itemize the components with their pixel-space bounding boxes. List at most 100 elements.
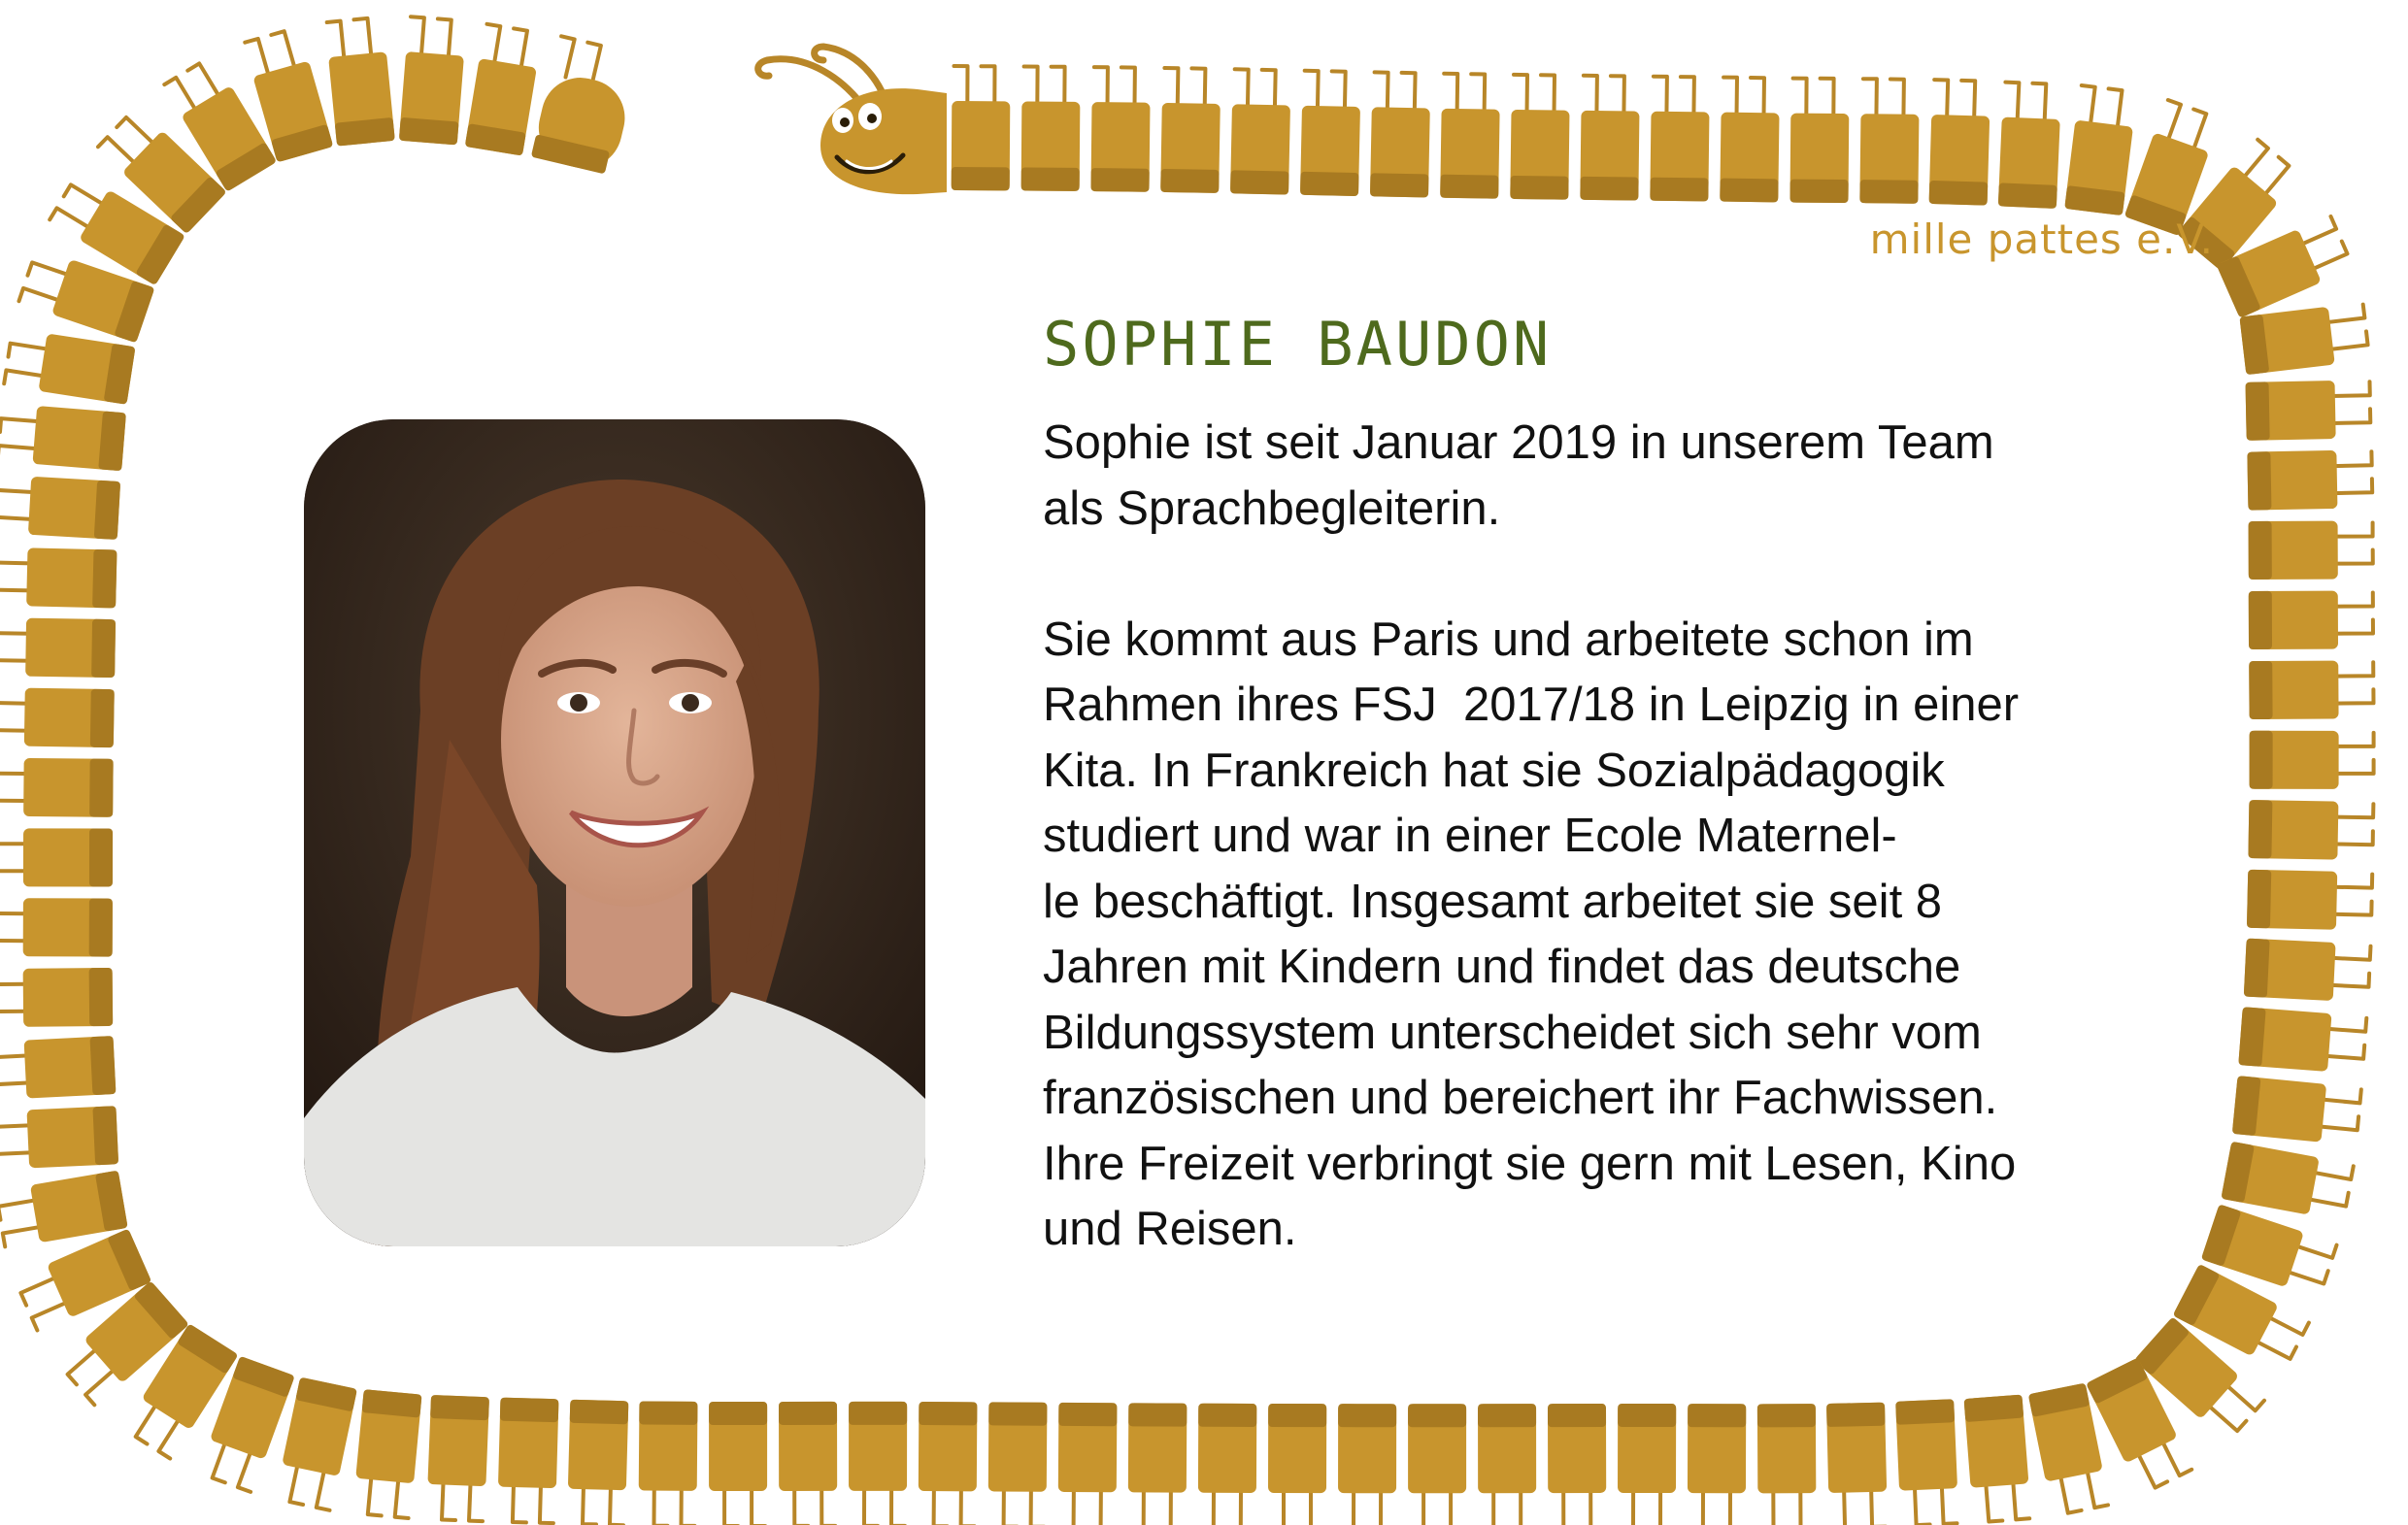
centipede-segment-icon [2248,590,2339,649]
centipede-leg-icon [1168,1486,1173,1525]
centipede-leg-icon [1071,1486,1076,1525]
bio-line: französischen und bereichert ihr Fachwis… [1043,1072,1998,1124]
centipede-segment-icon [1440,108,1500,199]
centipede-leg-icon [1329,69,1348,113]
centipede-leg-icon [1589,1487,1593,1525]
centipede-segment-icon [1756,1404,1817,1494]
centipede-segment-icon [1963,1394,2029,1488]
centipede-leg-icon [1771,1487,1776,1525]
centipede-segment-icon [498,1397,559,1489]
centipede-leg-icon [1028,1485,1046,1525]
centipede-leg-icon [1352,1487,1356,1525]
centipede-leg-icon [2332,687,2376,706]
centipede-leg-icon [537,1481,555,1525]
centipede-leg-icon [1399,70,1418,115]
centipede-leg-icon [2328,944,2373,962]
centipede-leg-icon [1722,75,1739,118]
centipede-leg-icon [0,1123,34,1129]
centipede-leg-icon [2332,617,2375,636]
centipede-leg-icon [1141,1486,1146,1525]
centipede-leg-icon [2319,1087,2363,1106]
centipede-leg-icon [2326,329,2370,351]
centipede-leg-icon [18,1275,58,1308]
centipede-leg-icon [2224,1382,2266,1413]
centipede-leg-icon [435,17,453,61]
centipede-segment-icon [2249,660,2339,720]
centipede-leg-icon [1939,1482,1959,1525]
centipede-leg-icon [0,560,34,566]
centipede-leg-icon [585,40,603,85]
centipede-leg-icon [0,1198,39,1222]
centipede-leg-icon [2079,83,2097,128]
centipede-leg-icon [1631,1487,1636,1525]
centipede-segment-icon [1510,109,1570,200]
centipede-leg-icon [1491,1487,1496,1525]
centipede-segment-icon [23,758,114,817]
centipede-leg-icon [440,1478,457,1522]
centipede-leg-icon [510,1481,528,1525]
centipede-leg-icon [1302,68,1321,113]
centipede-leg-icon [2,368,47,386]
centipede-leg-icon [581,1483,598,1525]
centipede-leg-icon [1869,1485,1888,1525]
centipede-leg-icon [1449,1487,1454,1525]
centipede-segment-icon [1478,1404,1537,1494]
centipede-leg-icon [0,728,31,733]
bio-line: Jahren mit Kindern und findet das deutsc… [1043,941,1961,993]
centipede-leg-icon [2285,1269,2330,1286]
centipede-segment-icon [1370,107,1430,198]
centipede-leg-icon [1442,71,1460,115]
centipede-leg-icon [1539,73,1556,116]
centipede-segment-icon [1160,102,1221,193]
centipede-leg-icon [1959,78,1978,122]
centipede-leg-icon [1098,1486,1103,1525]
centipede-leg-icon [792,1484,811,1525]
centipede-leg-icon [156,1416,182,1461]
centipede-segment-icon [2243,938,2336,1001]
centipede-leg-icon [1162,66,1181,110]
centipede-leg-icon [979,64,997,108]
centipede-segment-icon [1826,1402,1888,1493]
centipede-leg-icon [1790,76,1809,119]
centipede-leg-icon [2332,757,2376,776]
centipede-leg-icon [2159,1439,2194,1478]
centipede-leg-icon [2310,1164,2356,1181]
centipede-segment-icon [23,1036,117,1099]
centipede-leg-icon [6,341,51,359]
centipede-leg-icon [0,912,29,916]
centipede-leg-icon [0,869,29,874]
centipede-leg-icon [2324,302,2367,325]
centipede-segment-icon [2239,307,2335,375]
centipede-leg-icon [0,1150,35,1156]
centipede-segment-icon [1197,1403,1257,1493]
centipede-segment-icon [1618,1403,1677,1494]
centipede-leg-icon [0,1080,32,1086]
centipede-leg-icon [0,798,30,803]
centipede-leg-icon [185,61,221,99]
portrait-photo [304,419,925,1246]
centipede-segment-icon [638,1401,698,1491]
centipede-tail-icon [531,78,625,174]
centipede-leg-icon [2266,1314,2311,1337]
centipede-leg-icon [485,21,503,67]
centipede-leg-icon [2327,971,2372,989]
centipede-leg-icon [2330,899,2374,917]
centipede-leg-icon [958,1485,977,1525]
centipede-leg-icon [2331,829,2375,847]
centipede-leg-icon [2331,477,2375,496]
centipede-segment-icon [1230,104,1290,195]
bio-line: studiert und war in einer Ecole Maternel… [1043,810,1897,862]
centipede-segment-icon [22,898,113,957]
centipede-leg-icon [2331,547,2375,566]
centipede-leg-icon [84,1367,117,1408]
centipede-segment-icon [1859,114,1920,204]
bio-line: Sophie ist seit Januar 2019 in unserem T… [1043,416,1994,469]
centipede-segment-icon [1090,102,1151,192]
centipede-segment-icon [32,406,126,471]
centipede-leg-icon [1091,65,1110,109]
centipede-leg-icon [65,1346,99,1387]
centipede-leg-icon [1259,67,1278,112]
centipede-leg-icon [1049,64,1067,108]
centipede-leg-icon [210,1440,228,1485]
centipede-segment-icon [1928,115,1990,206]
